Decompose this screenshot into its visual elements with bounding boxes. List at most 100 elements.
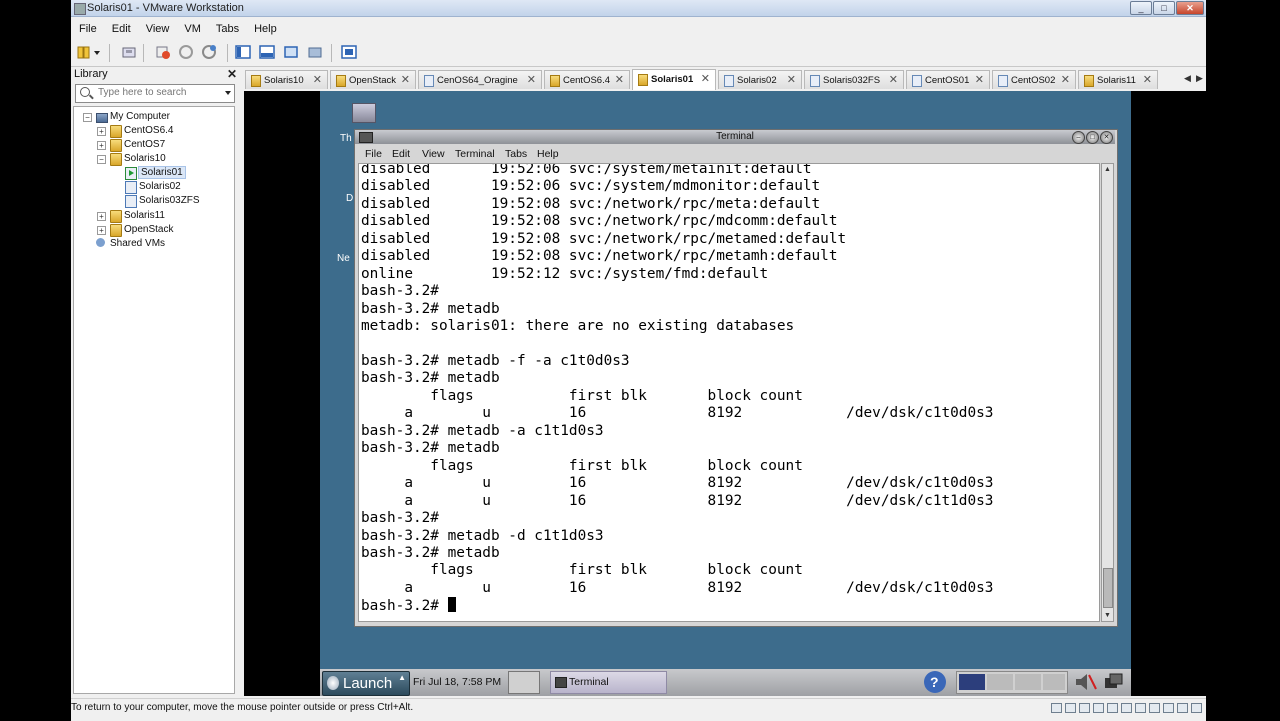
vm-console[interactable]: Th D Ne Terminal – □ ✕ File Edit View Te…	[244, 91, 1206, 696]
expand-icon[interactable]: +	[97, 226, 106, 235]
printer-icon[interactable]	[1163, 703, 1174, 713]
terminal-title-bar[interactable]: Terminal – □ ✕	[355, 130, 1115, 144]
library-search[interactable]	[75, 84, 235, 103]
menu-vm[interactable]: VM	[176, 21, 208, 39]
display-icon[interactable]	[1191, 703, 1202, 713]
tab-close-icon[interactable]: ✕	[615, 73, 624, 86]
tab-centos01[interactable]: CentOS01 ✕	[906, 70, 990, 89]
scroll-down-icon[interactable]: ▼	[1102, 610, 1113, 621]
menu-file[interactable]: File	[71, 21, 104, 39]
tab-centos64[interactable]: CentOS6.4 ✕	[544, 70, 630, 89]
tab-solaris10[interactable]: Solaris10 ✕	[245, 70, 328, 89]
snapshot-revert-icon[interactable]	[178, 44, 194, 60]
console-view-icon[interactable]	[341, 44, 357, 60]
terminal-menu-tabs[interactable]: Tabs	[505, 148, 527, 160]
hard-disk-icon[interactable]	[1093, 703, 1104, 713]
maximize-button[interactable]: □	[1153, 1, 1175, 15]
menu-edit[interactable]: Edit	[104, 21, 138, 39]
help-icon[interactable]: ?	[924, 671, 946, 693]
terminal-line: bash-3.2# metadb	[361, 544, 500, 561]
volume-muted-icon[interactable]	[1072, 671, 1098, 692]
terminal-output-area[interactable]: disabled 19:52:06 svc:/system/metainit:d…	[358, 163, 1100, 622]
terminal-menu-edit[interactable]: Edit	[392, 148, 410, 160]
terminal-line: disabled 19:52:08 svc:/network/rpc/metam…	[361, 248, 838, 265]
expand-icon[interactable]: +	[97, 141, 106, 150]
tab-close-icon[interactable]: ✕	[701, 72, 710, 85]
terminal-menu-file[interactable]: File	[365, 148, 382, 160]
sound-card-icon[interactable]	[1149, 703, 1160, 713]
tab-close-icon[interactable]: ✕	[401, 73, 410, 86]
expand-icon[interactable]: +	[97, 127, 106, 136]
menu-tabs[interactable]: Tabs	[208, 21, 246, 39]
hard-disk-icon[interactable]	[1051, 703, 1062, 713]
terminal-line: bash-3.2# metadb	[361, 300, 500, 317]
terminal-menu-help[interactable]: Help	[537, 148, 559, 160]
snapshot-manager-icon[interactable]	[201, 44, 217, 60]
taskbar-terminal-button[interactable]: Terminal	[550, 671, 667, 694]
tab-close-icon[interactable]: ✕	[527, 73, 536, 86]
terminal-menu-terminal[interactable]: Terminal	[455, 148, 495, 160]
taskbar-clock[interactable]: Fri Jul 18, 7:58 PM	[413, 676, 501, 688]
terminal-icon	[555, 677, 567, 688]
tab-scroll-right-icon[interactable]: ▶	[1196, 73, 1203, 84]
terminal-line: metadb: solaris01: there are no existing…	[361, 318, 795, 335]
launch-button[interactable]: Launch ▲	[322, 671, 410, 696]
workspace-switcher[interactable]	[956, 671, 1068, 694]
tab-solaris11[interactable]: Solaris11 ✕	[1078, 70, 1158, 89]
menu-help[interactable]: Help	[246, 21, 284, 39]
message-log-icon[interactable]	[1177, 703, 1188, 713]
tab-label: CentOS02	[1011, 75, 1056, 86]
expand-icon[interactable]: +	[97, 212, 106, 221]
scrollbar-thumb[interactable]	[1103, 568, 1113, 608]
search-dropdown-icon[interactable]	[225, 91, 231, 95]
close-button[interactable]: ✕	[1176, 1, 1204, 15]
tab-solaris02[interactable]: Solaris02 ✕	[718, 70, 802, 89]
power-on-icon[interactable]	[77, 44, 93, 60]
scroll-up-icon[interactable]: ▲	[1102, 164, 1113, 175]
show-library-icon[interactable]	[235, 44, 251, 60]
tab-openstack[interactable]: OpenStack ✕	[330, 70, 416, 89]
tab-solaris032fs[interactable]: Solaris032FS ✕	[804, 70, 904, 89]
minimize-button[interactable]: _	[1130, 1, 1152, 15]
terminal-maximize-icon[interactable]: □	[1086, 131, 1099, 144]
network-icon[interactable]	[1102, 671, 1126, 692]
menu-view[interactable]: View	[138, 21, 177, 39]
collapse-icon[interactable]: −	[97, 155, 106, 164]
library-search-input[interactable]	[98, 86, 220, 99]
terminal-line: bash-3.2# metadb	[361, 440, 500, 457]
unity-icon[interactable]	[307, 44, 323, 60]
network-adapter-icon[interactable]	[1121, 703, 1132, 713]
cd-drive-icon[interactable]	[1107, 703, 1118, 713]
folder-icon	[251, 75, 261, 87]
hard-disk-icon[interactable]	[1079, 703, 1090, 713]
terminal-minimize-icon[interactable]: –	[1072, 131, 1085, 144]
library-close-icon[interactable]: ✕	[227, 67, 237, 81]
tab-centos02[interactable]: CentOS02 ✕	[992, 70, 1076, 89]
tab-cenos64-oragine[interactable]: CenOS64_Oragine ✕	[418, 70, 542, 89]
terminal-menu-view[interactable]: View	[422, 148, 445, 160]
terminal-close-icon[interactable]: ✕	[1100, 131, 1113, 144]
collapse-icon[interactable]: −	[83, 113, 92, 122]
hard-disk-icon[interactable]	[1065, 703, 1076, 713]
vm-settings-icon[interactable]	[121, 44, 137, 60]
tab-close-icon[interactable]: ✕	[313, 73, 322, 86]
tab-close-icon[interactable]: ✕	[889, 73, 898, 86]
snapshot-take-icon[interactable]	[155, 44, 171, 60]
vm-icon	[125, 181, 137, 194]
vm-running-icon	[125, 167, 137, 180]
tab-close-icon[interactable]: ✕	[975, 73, 984, 86]
tab-close-icon[interactable]: ✕	[787, 73, 796, 86]
power-dropdown-icon[interactable]	[93, 44, 101, 60]
full-screen-icon[interactable]	[283, 44, 299, 60]
terminal-line: bash-3.2# metadb -a c1t1d0s3	[361, 422, 604, 439]
usb-icon[interactable]	[1135, 703, 1146, 713]
tab-solaris01[interactable]: Solaris01 ✕	[632, 69, 716, 90]
tab-label: OpenStack	[349, 75, 396, 86]
tab-close-icon[interactable]: ✕	[1143, 73, 1152, 86]
thumbnail-bar-icon[interactable]	[259, 44, 275, 60]
tab-close-icon[interactable]: ✕	[1061, 73, 1070, 86]
desktop-computer-icon[interactable]	[352, 103, 376, 123]
terminal-scrollbar[interactable]: ▲ ▼	[1101, 163, 1114, 622]
show-desktop-icon[interactable]	[508, 671, 540, 694]
tab-scroll-left-icon[interactable]: ◀	[1184, 73, 1191, 84]
